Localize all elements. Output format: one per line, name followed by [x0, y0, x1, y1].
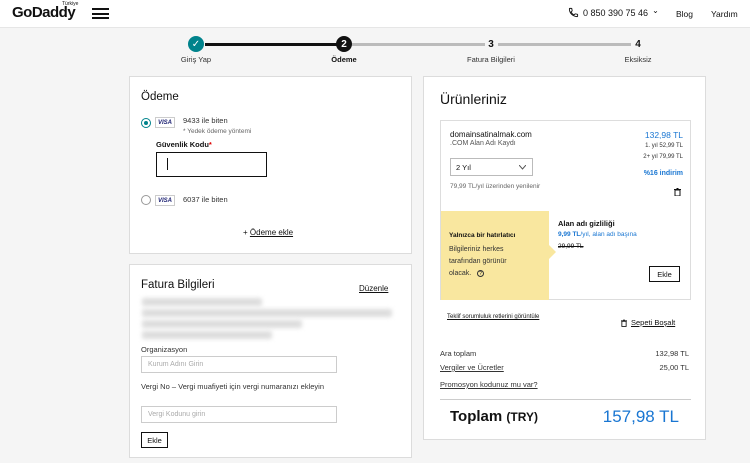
privacy-price: 9,99 TL/yıl, alan adı başına — [558, 231, 637, 238]
product-price: 132,98 TL — [644, 130, 683, 140]
total-label: Toplam (TRY) — [450, 408, 538, 425]
product-item: domainsatinalmak.com .COM Alan Adı Kaydı… — [440, 120, 691, 300]
empty-cart-link[interactable]: Sepeti Boşalt — [621, 318, 675, 327]
logo-region: Türkiye — [62, 1, 79, 7]
reminder-title: Yalnızca bir hatırlatıcı — [449, 232, 516, 239]
redacted-address — [142, 298, 262, 306]
help-link[interactable]: Yardım — [711, 9, 738, 19]
step-3-label: Fatura Bilgileri — [467, 55, 515, 64]
checkout-progress: ✓ 2 3 4 Giriş Yap Ödeme Fatura Bilgileri… — [0, 28, 750, 68]
reminder-box: Yalnızca bir hatırlatıcı Bilgileriniz he… — [441, 211, 556, 300]
info-icon[interactable]: ? — [477, 270, 484, 277]
chevron-down-icon — [519, 165, 526, 170]
blog-link[interactable]: Blog — [676, 9, 693, 19]
payment-card: Ödeme VISA 9433 ile biten * Yedek ödeme … — [129, 76, 412, 254]
term-value: 2 Yıl — [456, 162, 471, 172]
privacy-add-button[interactable]: Ekle — [649, 266, 680, 282]
taxes-value: 25,00 TL — [659, 363, 689, 372]
required-mark: * — [208, 140, 212, 149]
security-code-input[interactable] — [156, 152, 267, 177]
price-year-2: 2+ yıl 79,99 TL — [643, 154, 683, 160]
step-2-label: Ödeme — [331, 55, 357, 64]
add-payment-link[interactable]: + Ödeme ekle — [243, 228, 293, 237]
edit-billing-link[interactable]: Düzenle — [359, 284, 388, 293]
subtotal-value: 132,98 TL — [655, 349, 689, 358]
visa-icon: VISA — [155, 195, 175, 206]
chevron-down-icon: ⌄ — [652, 6, 659, 15]
trash-icon — [621, 319, 627, 327]
billing-card: Fatura Bilgileri Düzenle Organizasyon Ku… — [129, 264, 412, 458]
trash-icon[interactable] — [674, 188, 681, 196]
reminder-body: Bilgileriniz herkes tarafından görünür o… — [449, 246, 507, 277]
visa-icon: VISA — [155, 117, 175, 128]
hamburger-menu-icon[interactable] — [92, 8, 109, 19]
step-2-circle: 2 — [336, 36, 352, 52]
billing-title: Fatura Bilgileri — [141, 279, 215, 291]
godaddy-logo[interactable]: GoDaddy Türkiye — [12, 1, 79, 21]
step-4-circle: 4 — [635, 38, 641, 50]
tax-number-label: Vergi No – Vergi muafiyeti için vergi nu… — [141, 382, 325, 391]
top-header: GoDaddy Türkiye 0 850 390 75 46 ⌄ Blog Ya… — [0, 0, 750, 28]
discount-badge: %16 indirim — [643, 170, 683, 177]
privacy-old-price: 29,99 TL — [558, 243, 584, 250]
phone-number: 0 850 390 75 46 — [583, 7, 649, 18]
organization-input[interactable]: Kurum Adını Girin — [141, 356, 337, 373]
card-1-radio[interactable] — [141, 118, 151, 128]
card-2-text: 6037 ile biten — [183, 195, 228, 204]
offer-disclaimer-link[interactable]: Teklif sorumluluk retlerini görüntüle — [447, 314, 539, 320]
step-4-label: Eksiksiz — [624, 55, 652, 64]
billing-add-button[interactable]: Ekle — [141, 432, 168, 448]
privacy-title: Alan adı gizliliği — [558, 219, 615, 228]
products-title: Ürünleriniz — [440, 91, 507, 107]
step-3-circle: 3 — [488, 38, 494, 50]
payment-title: Ödeme — [141, 91, 179, 103]
products-card: Ürünleriniz domainsatinalmak.com .COM Al… — [423, 76, 706, 440]
step-1-check-icon: ✓ — [188, 36, 204, 52]
domain-type: .COM Alan Adı Kaydı — [450, 140, 516, 147]
subtotal-label: Ara toplam — [440, 349, 477, 358]
taxes-link[interactable]: Vergiler ve Ücretler — [440, 363, 504, 372]
security-code-label: Güvenlik Kodu — [156, 140, 209, 149]
backup-note: * Yedek ödeme yöntemi — [183, 128, 252, 135]
organization-label: Organizasyon — [141, 345, 188, 354]
price-year-1: 1. yıl 52,99 TL — [645, 143, 683, 149]
text-cursor — [167, 158, 168, 170]
phone-contact[interactable]: 0 850 390 75 46 ⌄ — [568, 6, 659, 18]
step-1-label: Giriş Yap — [180, 55, 212, 64]
plus-icon: + — [243, 228, 248, 237]
term-select[interactable]: 2 Yıl — [450, 158, 533, 176]
card-1-text: 9433 ile biten — [183, 116, 228, 125]
promo-code-link[interactable]: Promosyon kodunuz mu var? — [440, 380, 538, 389]
phone-icon — [568, 7, 579, 18]
domain-name: domainsatinalmak.com — [450, 130, 532, 139]
card-2-radio[interactable] — [141, 195, 151, 205]
tax-number-input[interactable]: Vergi Kodunu girin — [141, 406, 337, 423]
divider — [440, 399, 691, 400]
renewal-note: 79,99 TL/yıl üzerinden yenilenir — [450, 183, 541, 190]
total-value: 157,98 TL — [602, 407, 679, 426]
